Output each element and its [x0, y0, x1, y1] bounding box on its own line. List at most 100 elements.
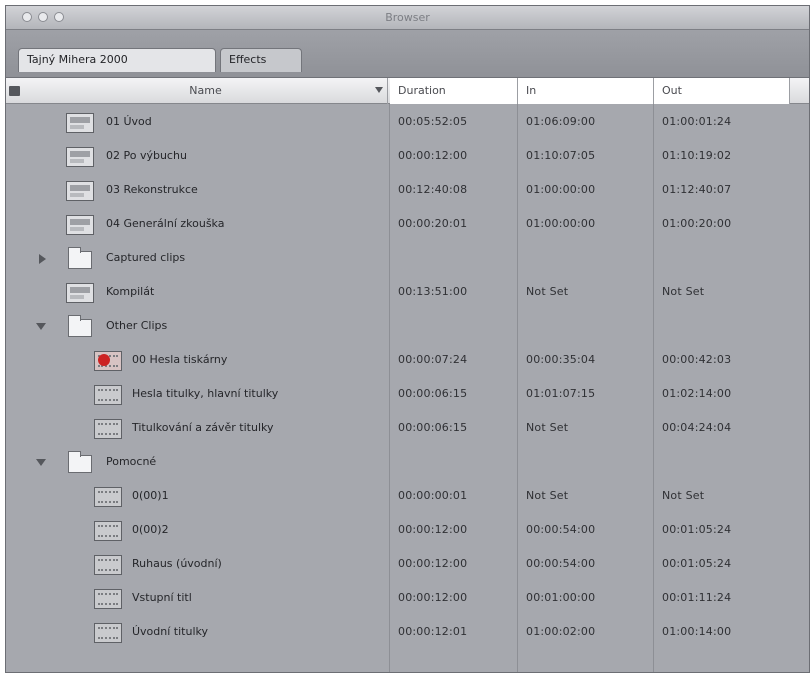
column-duration-header[interactable]: Duration [390, 78, 518, 104]
sequence-icon [66, 215, 94, 235]
item-out: 00:01:05:24 [662, 557, 732, 570]
clip-icon [94, 419, 122, 439]
item-name: 03 Rekonstrukce [106, 183, 198, 196]
item-out: 01:00:14:00 [662, 625, 732, 638]
list-item[interactable]: 04 Generální zkouška 00:00:20:01 01:00:0… [6, 208, 809, 242]
item-name: Titulkování a závěr titulky [132, 421, 274, 434]
item-duration: 00:00:12:00 [398, 523, 468, 536]
column-in-header[interactable]: In [518, 78, 654, 104]
item-in: 00:00:35:04 [526, 353, 596, 366]
bin-icon [68, 247, 92, 269]
disclosure-triangle-icon[interactable] [36, 459, 46, 466]
sequence-icon [66, 113, 94, 133]
item-name: Other Clips [106, 319, 168, 332]
list-item[interactable]: 0(00)2 00:00:12:00 00:00:54:00 00:01:05:… [6, 514, 809, 548]
item-name: 00 Hesla tiskárny [132, 353, 228, 366]
clip-icon [94, 487, 122, 507]
column-header: Name Duration In Out [6, 78, 809, 104]
item-name: 04 Generální zkouška [106, 217, 225, 230]
item-out: 00:00:42:03 [662, 353, 732, 366]
item-in: 01:10:07:05 [526, 149, 596, 162]
item-duration: 00:00:12:00 [398, 591, 468, 604]
item-duration: 00:00:06:15 [398, 387, 468, 400]
item-name: Pomocné [106, 455, 157, 468]
item-out: Not Set [662, 489, 705, 502]
clip-icon [94, 385, 122, 405]
item-in: Not Set [526, 285, 569, 298]
clip-icon [94, 623, 122, 643]
item-name: 01 Úvod [106, 115, 152, 128]
list-item[interactable]: Titulkování a závěr titulky 00:00:06:15 … [6, 412, 809, 446]
tab-project[interactable]: Tajný Mihera 2000 [18, 48, 216, 72]
item-out: 01:10:19:02 [662, 149, 732, 162]
sequence-icon [66, 147, 94, 167]
bin-icon [68, 451, 92, 473]
clip-icon [94, 521, 122, 541]
item-out: 01:00:01:24 [662, 115, 732, 128]
list-item[interactable]: 00 Hesla tiskárny 00:00:07:24 00:00:35:0… [6, 344, 809, 378]
item-duration: 00:12:40:08 [398, 183, 468, 196]
sort-arrow-icon[interactable] [375, 87, 383, 93]
item-name: 02 Po výbuchu [106, 149, 187, 162]
item-name: 0(00)2 [132, 523, 169, 536]
item-in: Not Set [526, 489, 569, 502]
window-title: Browser [385, 11, 430, 24]
item-name: Vstupní titl [132, 591, 192, 604]
list-item[interactable]: Ruhaus (úvodní) 00:00:12:00 00:00:54:00 … [6, 548, 809, 582]
sequence-icon [66, 283, 94, 303]
item-out: 01:02:14:00 [662, 387, 732, 400]
item-in: 00:00:54:00 [526, 523, 596, 536]
bin-icon [68, 315, 92, 337]
item-in: 01:06:09:00 [526, 115, 596, 128]
item-out: 00:01:11:24 [662, 591, 732, 604]
tab-bar: Tajný Mihera 2000 Effects [6, 30, 809, 78]
clip-icon [94, 589, 122, 609]
column-name-header[interactable]: Name [24, 78, 388, 104]
view-options-icon[interactable] [9, 86, 20, 96]
list-item[interactable]: 03 Rekonstrukce 00:12:40:08 01:00:00:00 … [6, 174, 809, 208]
item-duration: 00:00:07:24 [398, 353, 468, 366]
item-in: 01:00:00:00 [526, 217, 596, 230]
list-item[interactable]: Other Clips [6, 310, 809, 344]
sequence-icon [66, 181, 94, 201]
list-item[interactable]: Úvodní titulky 00:00:12:01 01:00:02:00 0… [6, 616, 809, 650]
item-name: 0(00)1 [132, 489, 169, 502]
item-duration: 00:00:12:00 [398, 149, 468, 162]
browser-list: 01 Úvod 00:05:52:05 01:06:09:00 01:00:01… [6, 106, 809, 674]
list-item[interactable]: Kompilát 00:13:51:00 Not Set Not Set [6, 276, 809, 310]
item-name: Ruhaus (úvodní) [132, 557, 222, 570]
item-in: 01:00:02:00 [526, 625, 596, 638]
list-item[interactable]: Hesla titulky, hlavní titulky 00:00:06:1… [6, 378, 809, 412]
item-in: Not Set [526, 421, 569, 434]
disclosure-triangle-icon[interactable] [39, 254, 46, 264]
item-duration: 00:13:51:00 [398, 285, 468, 298]
list-item[interactable]: 01 Úvod 00:05:52:05 01:06:09:00 01:00:01… [6, 106, 809, 140]
disclosure-triangle-icon[interactable] [36, 323, 46, 330]
item-duration: 00:00:20:01 [398, 217, 468, 230]
list-item[interactable]: 0(00)1 00:00:00:01 Not Set Not Set [6, 480, 809, 514]
item-in: 01:01:07:15 [526, 387, 596, 400]
item-duration: 00:00:12:01 [398, 625, 468, 638]
item-duration: 00:00:00:01 [398, 489, 468, 502]
item-out: 00:01:05:24 [662, 523, 732, 536]
list-item[interactable]: Vstupní titl 00:00:12:00 00:01:00:00 00:… [6, 582, 809, 616]
item-name: Captured clips [106, 251, 186, 264]
item-out: 01:12:40:07 [662, 183, 732, 196]
item-duration: 00:05:52:05 [398, 115, 468, 128]
item-out: 00:04:24:04 [662, 421, 732, 434]
item-out: Not Set [662, 285, 705, 298]
title-bar: Browser [6, 6, 809, 30]
item-name: Kompilát [106, 285, 155, 298]
item-duration: 00:00:12:00 [398, 557, 468, 570]
item-name: Hesla titulky, hlavní titulky [132, 387, 279, 400]
item-out: 01:00:20:00 [662, 217, 732, 230]
column-out-header[interactable]: Out [654, 78, 790, 104]
item-name: Úvodní titulky [132, 625, 208, 638]
offline-clip-icon [94, 351, 122, 371]
item-duration: 00:00:06:15 [398, 421, 468, 434]
list-item[interactable]: Captured clips [6, 242, 809, 276]
list-item[interactable]: 02 Po výbuchu 00:00:12:00 01:10:07:05 01… [6, 140, 809, 174]
tab-effects[interactable]: Effects [220, 48, 302, 72]
list-item[interactable]: Pomocné [6, 446, 809, 480]
browser-window: Browser Tajný Mihera 2000 Effects Name D… [5, 5, 810, 673]
